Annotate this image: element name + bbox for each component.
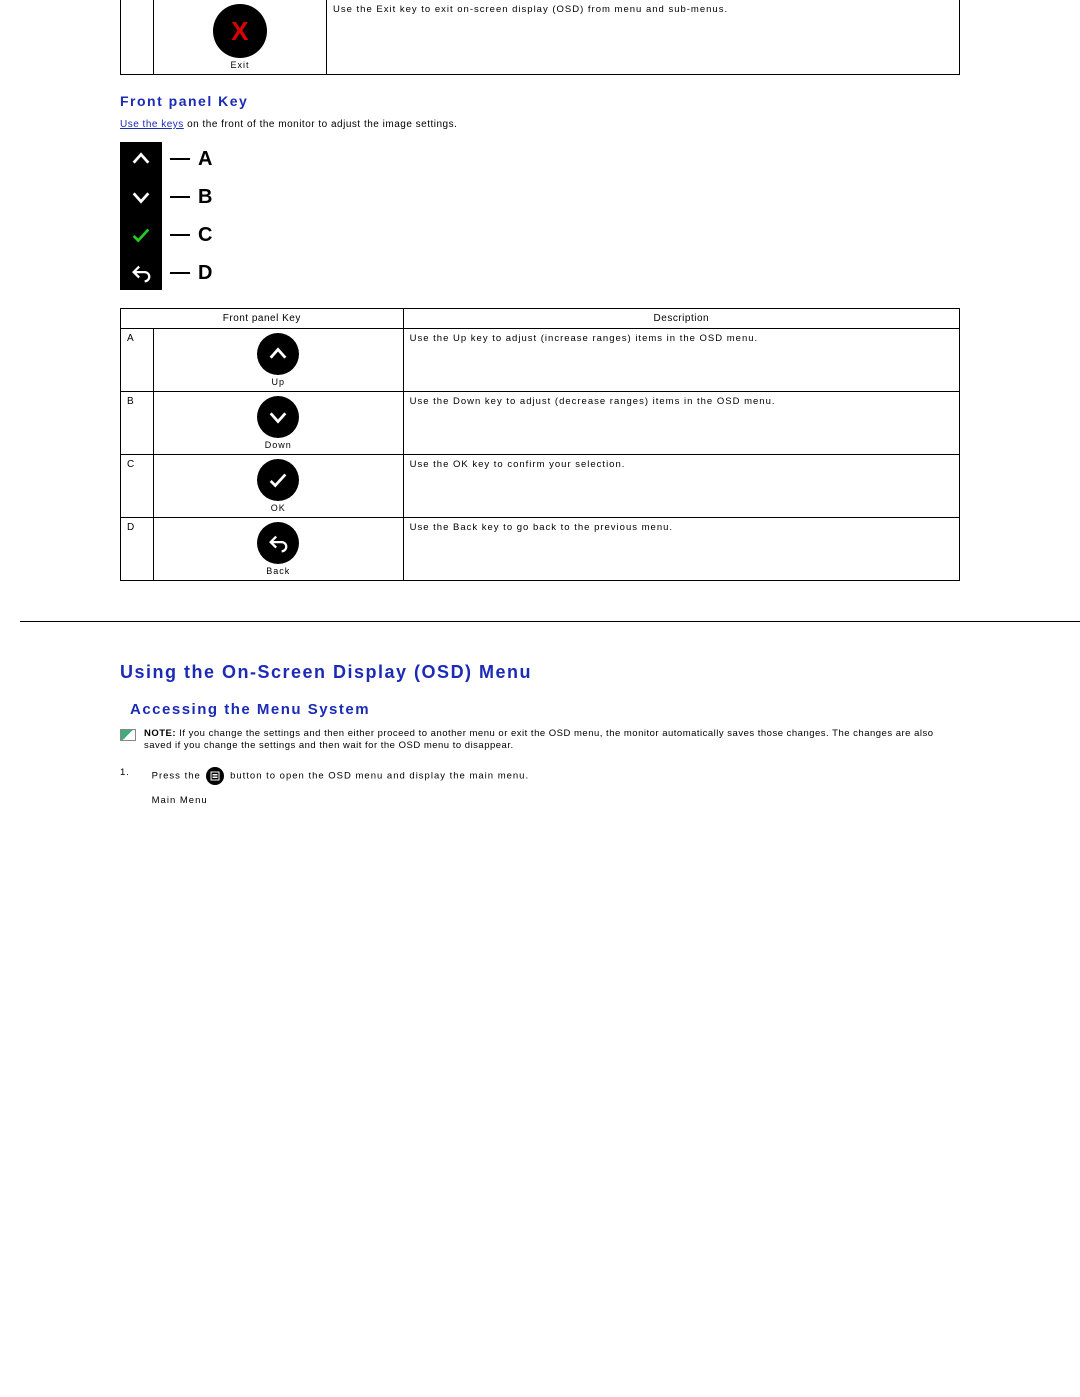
row-id: D: [121, 518, 154, 581]
table-row: A Up Use the Up key to adjust (increase …: [121, 329, 960, 392]
note-prefix: NOTE:: [144, 728, 179, 739]
table-header-key: Front panel Key: [121, 309, 404, 329]
front-panel-key-table: Front panel Key Description A Up Use the…: [120, 308, 960, 581]
accessing-heading: Accessing the Menu System: [130, 701, 960, 718]
up-icon-label: Up: [160, 377, 397, 387]
back-icon: [257, 522, 299, 564]
up-icon: [257, 333, 299, 375]
table-row: B Down Use the Down key to adjust (decre…: [121, 392, 960, 455]
chevron-up-icon: [130, 148, 152, 170]
panel-label-b: B: [198, 186, 212, 209]
section-divider: [20, 621, 1080, 622]
exit-description: Use the Exit key to exit on-screen displ…: [327, 0, 960, 75]
note-body: If you change the settings and then eith…: [144, 728, 934, 751]
table-row: C OK Use the OK key to confirm your sele…: [121, 455, 960, 518]
chevron-down-icon: [130, 186, 152, 208]
osd-heading: Using the On-Screen Display (OSD) Menu: [120, 662, 960, 683]
panel-label-d: D: [198, 262, 212, 285]
down-icon-label: Down: [160, 440, 397, 450]
row-id: B: [121, 392, 154, 455]
step1-before: Press the: [152, 770, 205, 781]
menu-button-icon: [206, 767, 224, 785]
table-row: D Back Use the Back key to go back to th…: [121, 518, 960, 581]
row-desc: Use the OK key to confirm your selection…: [403, 455, 959, 518]
row-id: C: [121, 455, 154, 518]
exit-icon: X: [213, 4, 267, 58]
front-panel-text: Use the keys on the front of the monitor…: [120, 119, 960, 130]
row-id: A: [121, 329, 154, 392]
use-the-keys-link[interactable]: Use the keys: [120, 119, 184, 130]
panel-label-a: A: [198, 148, 212, 171]
table-header-desc: Description: [403, 309, 959, 329]
ok-icon: [257, 459, 299, 501]
back-icon-label: Back: [160, 566, 397, 576]
checkmark-icon: [130, 224, 152, 246]
exit-icon-label: Exit: [160, 60, 320, 70]
front-panel-text-after: on the front of the monitor to adjust th…: [184, 119, 458, 130]
note-icon: [120, 729, 136, 741]
exit-key-row: X Exit Use the Exit key to exit on-scree…: [120, 0, 960, 75]
ok-icon-label: OK: [160, 503, 397, 513]
panel-key-graphic: A B C D: [120, 142, 960, 290]
down-icon: [257, 396, 299, 438]
back-arrow-icon: [130, 262, 152, 284]
note-text: NOTE: If you change the settings and the…: [144, 728, 960, 753]
main-menu-label: Main Menu: [152, 795, 960, 806]
row-desc: Use the Back key to go back to the previ…: [403, 518, 959, 581]
row-desc: Use the Down key to adjust (decrease ran…: [403, 392, 959, 455]
step-number: 1.: [120, 767, 148, 778]
step1-after: button to open the OSD menu and display …: [230, 770, 529, 781]
row-desc: Use the Up key to adjust (increase range…: [403, 329, 959, 392]
step-1: 1. Press the button to open the OSD menu…: [120, 767, 960, 806]
front-panel-heading: Front panel Key: [120, 93, 960, 109]
panel-label-c: C: [198, 224, 212, 247]
note-row: NOTE: If you change the settings and the…: [120, 728, 960, 753]
